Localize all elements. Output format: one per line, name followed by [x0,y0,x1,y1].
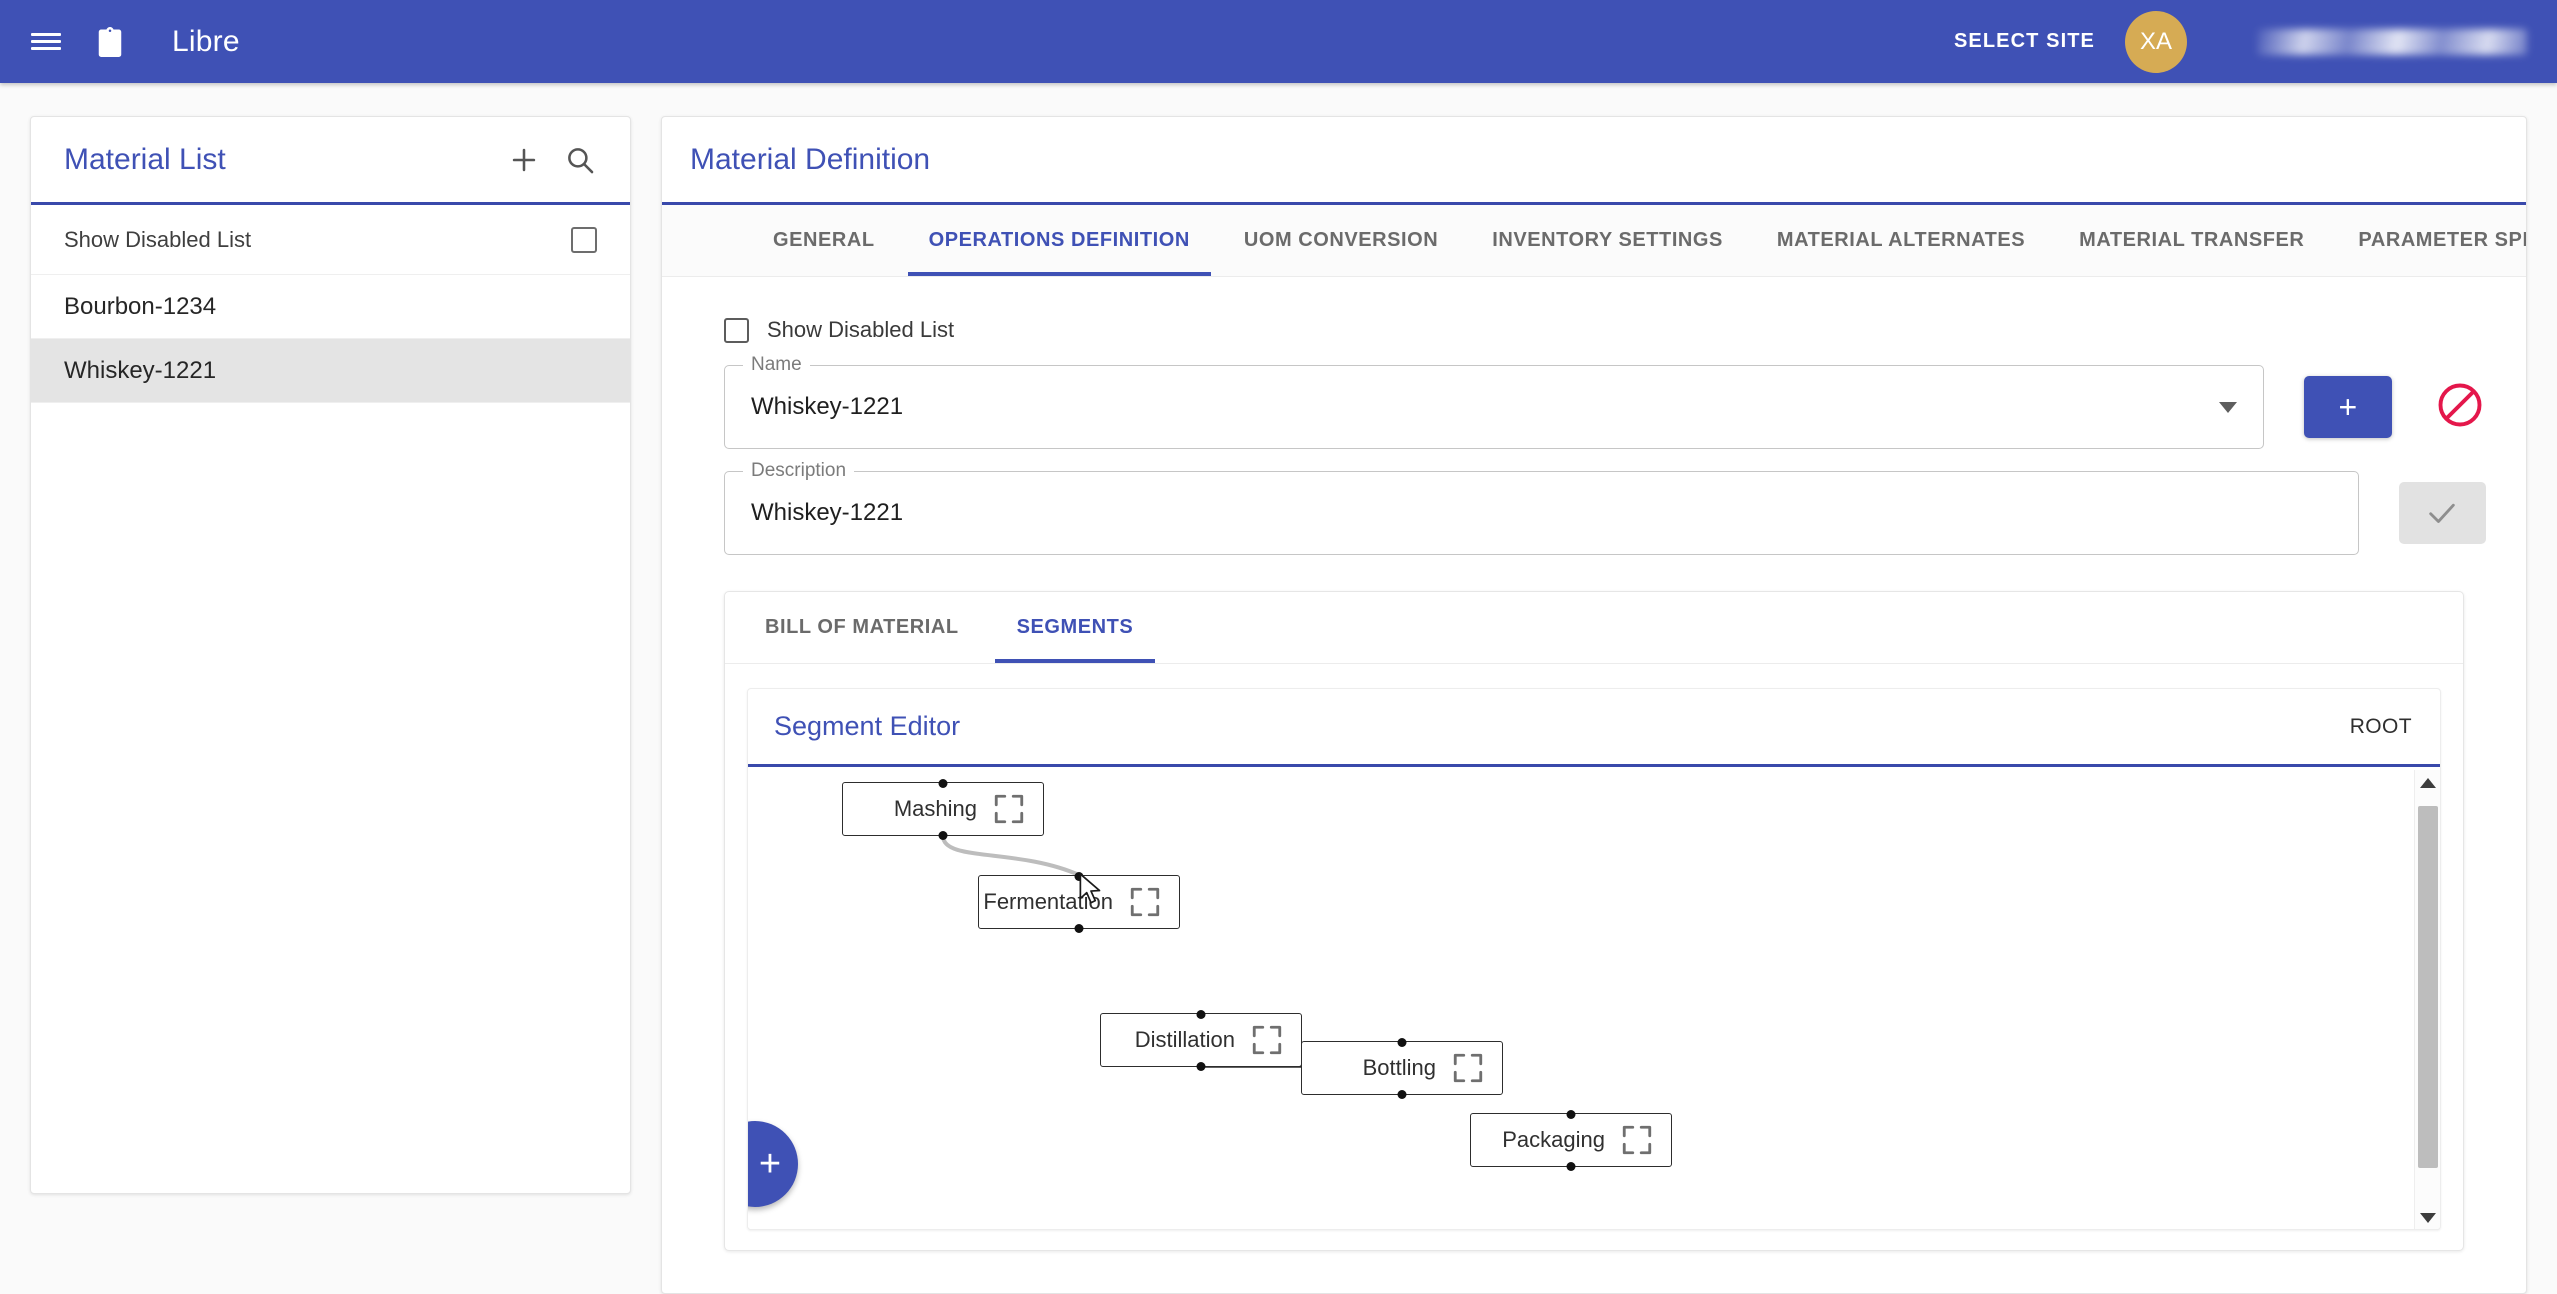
sidebar-show-disabled-label: Show Disabled List [64,226,252,252]
segment-node-port-top[interactable] [1074,871,1084,881]
segment-node-distillation[interactable]: Distillation [1100,1009,1302,1071]
segment-node-port-top[interactable] [938,778,948,788]
canvas-scrollbar[interactable] [2414,770,2440,1229]
triangle-down-icon[interactable] [2415,1205,2440,1229]
search-icon[interactable] [563,143,597,177]
expand-arrows-icon[interactable] [1450,1051,1486,1085]
segment-editor-card: Segment Editor ROOT Mashing Fermentation… [747,688,2441,1230]
segment-node-bottling[interactable]: Bottling [1301,1037,1503,1099]
name-field-row: Name Whiskey-1221 + [702,354,2486,449]
form-show-disabled-row[interactable]: Show Disabled List [724,317,2486,343]
plus-icon[interactable] [507,143,541,177]
material-list-header: Material List [31,117,630,205]
segment-editor-header: Segment Editor ROOT [748,689,2440,767]
name-field[interactable]: Name Whiskey-1221 [724,354,2264,449]
segment-node-label: Mashing [893,796,977,821]
page-title: Material Definition [690,142,931,176]
segment-node-port-top[interactable] [1397,1037,1407,1047]
segment-node-fermentation[interactable]: Fermentation [978,871,1180,933]
app-bar: Libre SELECT SITE XA [0,0,2557,83]
workspace: Material List Show Disabled List Bourbon… [0,83,2557,1294]
app-bar-right: SELECT SITE XA [1954,10,2557,73]
redacted-banner [2257,28,2527,55]
chevron-down-icon[interactable] [2218,401,2237,413]
expand-arrows-icon[interactable] [1619,1123,1655,1157]
tab-parameter-specifications[interactable]: PARAMETER SPECIFICATIONS [2331,205,2526,276]
material-list-panel: Material List Show Disabled List Bourbon… [30,116,631,1194]
segment-node-port-top[interactable] [1196,1009,1206,1019]
segment-node-port-bottom[interactable] [1566,1161,1576,1171]
description-field[interactable]: Description Whiskey-1221 [724,460,2359,555]
tab-general[interactable]: GENERAL [746,205,902,276]
expand-arrows-icon[interactable] [1127,885,1163,919]
segment-editor-canvas[interactable]: Mashing Fermentation Distillation Bottli… [748,770,2440,1229]
segment-node-label: Fermentation [983,889,1113,914]
tab-material-transfer[interactable]: MATERIAL TRANSFER [2052,205,2331,276]
material-definition-panel: Material Definition GENERAL OPERATIONS D… [661,116,2527,1294]
list-item[interactable]: Whiskey-1221 [31,339,630,403]
name-field-label: Name [743,354,810,376]
check-icon [2429,503,2456,523]
confirm-save-button[interactable] [2398,482,2486,544]
list-item-label: Bourbon-1234 [64,292,217,320]
description-field-value: Whiskey-1221 [751,499,904,526]
scrollbar-thumb[interactable] [2418,806,2438,1168]
description-field-label: Description [743,460,855,482]
segment-node-label: Distillation [1134,1027,1235,1052]
segment-node-mashing[interactable]: Mashing [842,778,1044,840]
sub-tabs: BILL OF MATERIAL SEGMENTS [725,592,2463,664]
material-list-actions [507,143,597,177]
form-show-disabled-checkbox[interactable] [724,317,749,343]
expand-arrows-icon[interactable] [1249,1023,1285,1057]
operations-definition-form: Show Disabled List Name Whiskey-1221 + D… [662,277,2526,1251]
expand-arrows-icon[interactable] [991,792,1027,826]
list-item-label: Whiskey-1221 [64,356,217,384]
tab-bill-of-material[interactable]: BILL OF MATERIAL [739,592,985,663]
material-definition-header: Material Definition [662,117,2526,205]
segment-node-port-bottom[interactable] [1397,1089,1407,1099]
tab-uom-conversion[interactable]: UOM CONVERSION [1217,205,1465,276]
block-icon[interactable] [2434,379,2486,431]
main-tabs: GENERAL OPERATIONS DEFINITION UOM CONVER… [662,205,2526,277]
list-item[interactable]: Bourbon-1234 [31,275,630,339]
app-title: Libre [172,24,240,58]
segment-node-port-bottom[interactable] [938,830,948,840]
clipboard-icon[interactable] [78,10,142,74]
segment-node-packaging[interactable]: Packaging [1470,1109,1672,1171]
segment-node-port-bottom[interactable] [1074,923,1084,933]
segment-editor-root-label: ROOT [2349,714,2412,738]
tab-segments[interactable]: SEGMENTS [991,592,1160,663]
tab-operations-definition[interactable]: OPERATIONS DEFINITION [902,205,1217,276]
segment-editor-title: Segment Editor [774,711,961,741]
segment-node-port-bottom[interactable] [1196,1061,1206,1071]
add-operation-button[interactable]: + [2303,376,2392,438]
segment-node-label: Packaging [1502,1127,1605,1152]
hamburger-menu-icon[interactable] [14,10,78,74]
tab-material-alternates[interactable]: MATERIAL ALTERNATES [1750,205,2052,276]
segment-node-label: Bottling [1362,1055,1436,1080]
description-field-row: Description Whiskey-1221 [702,460,2486,555]
select-site-button[interactable]: SELECT SITE [1954,30,2095,53]
edge-mashing-fermentation [941,834,1081,877]
operations-inner-card: BILL OF MATERIAL SEGMENTS Segment Editor… [724,591,2464,1251]
sidebar-show-disabled-checkbox[interactable] [571,226,597,253]
avatar[interactable]: XA [2125,10,2187,73]
sidebar-show-disabled-row[interactable]: Show Disabled List [31,205,630,275]
name-field-value: Whiskey-1221 [751,393,904,420]
add-segment-fab-label: + [758,1143,782,1185]
form-show-disabled-label: Show Disabled List [767,317,955,342]
app-bar-left: Libre [0,10,240,74]
material-list-title: Material List [64,142,226,176]
tab-inventory-settings[interactable]: INVENTORY SETTINGS [1465,205,1750,276]
triangle-up-icon[interactable] [2415,770,2440,796]
segment-node-port-top[interactable] [1566,1109,1576,1119]
